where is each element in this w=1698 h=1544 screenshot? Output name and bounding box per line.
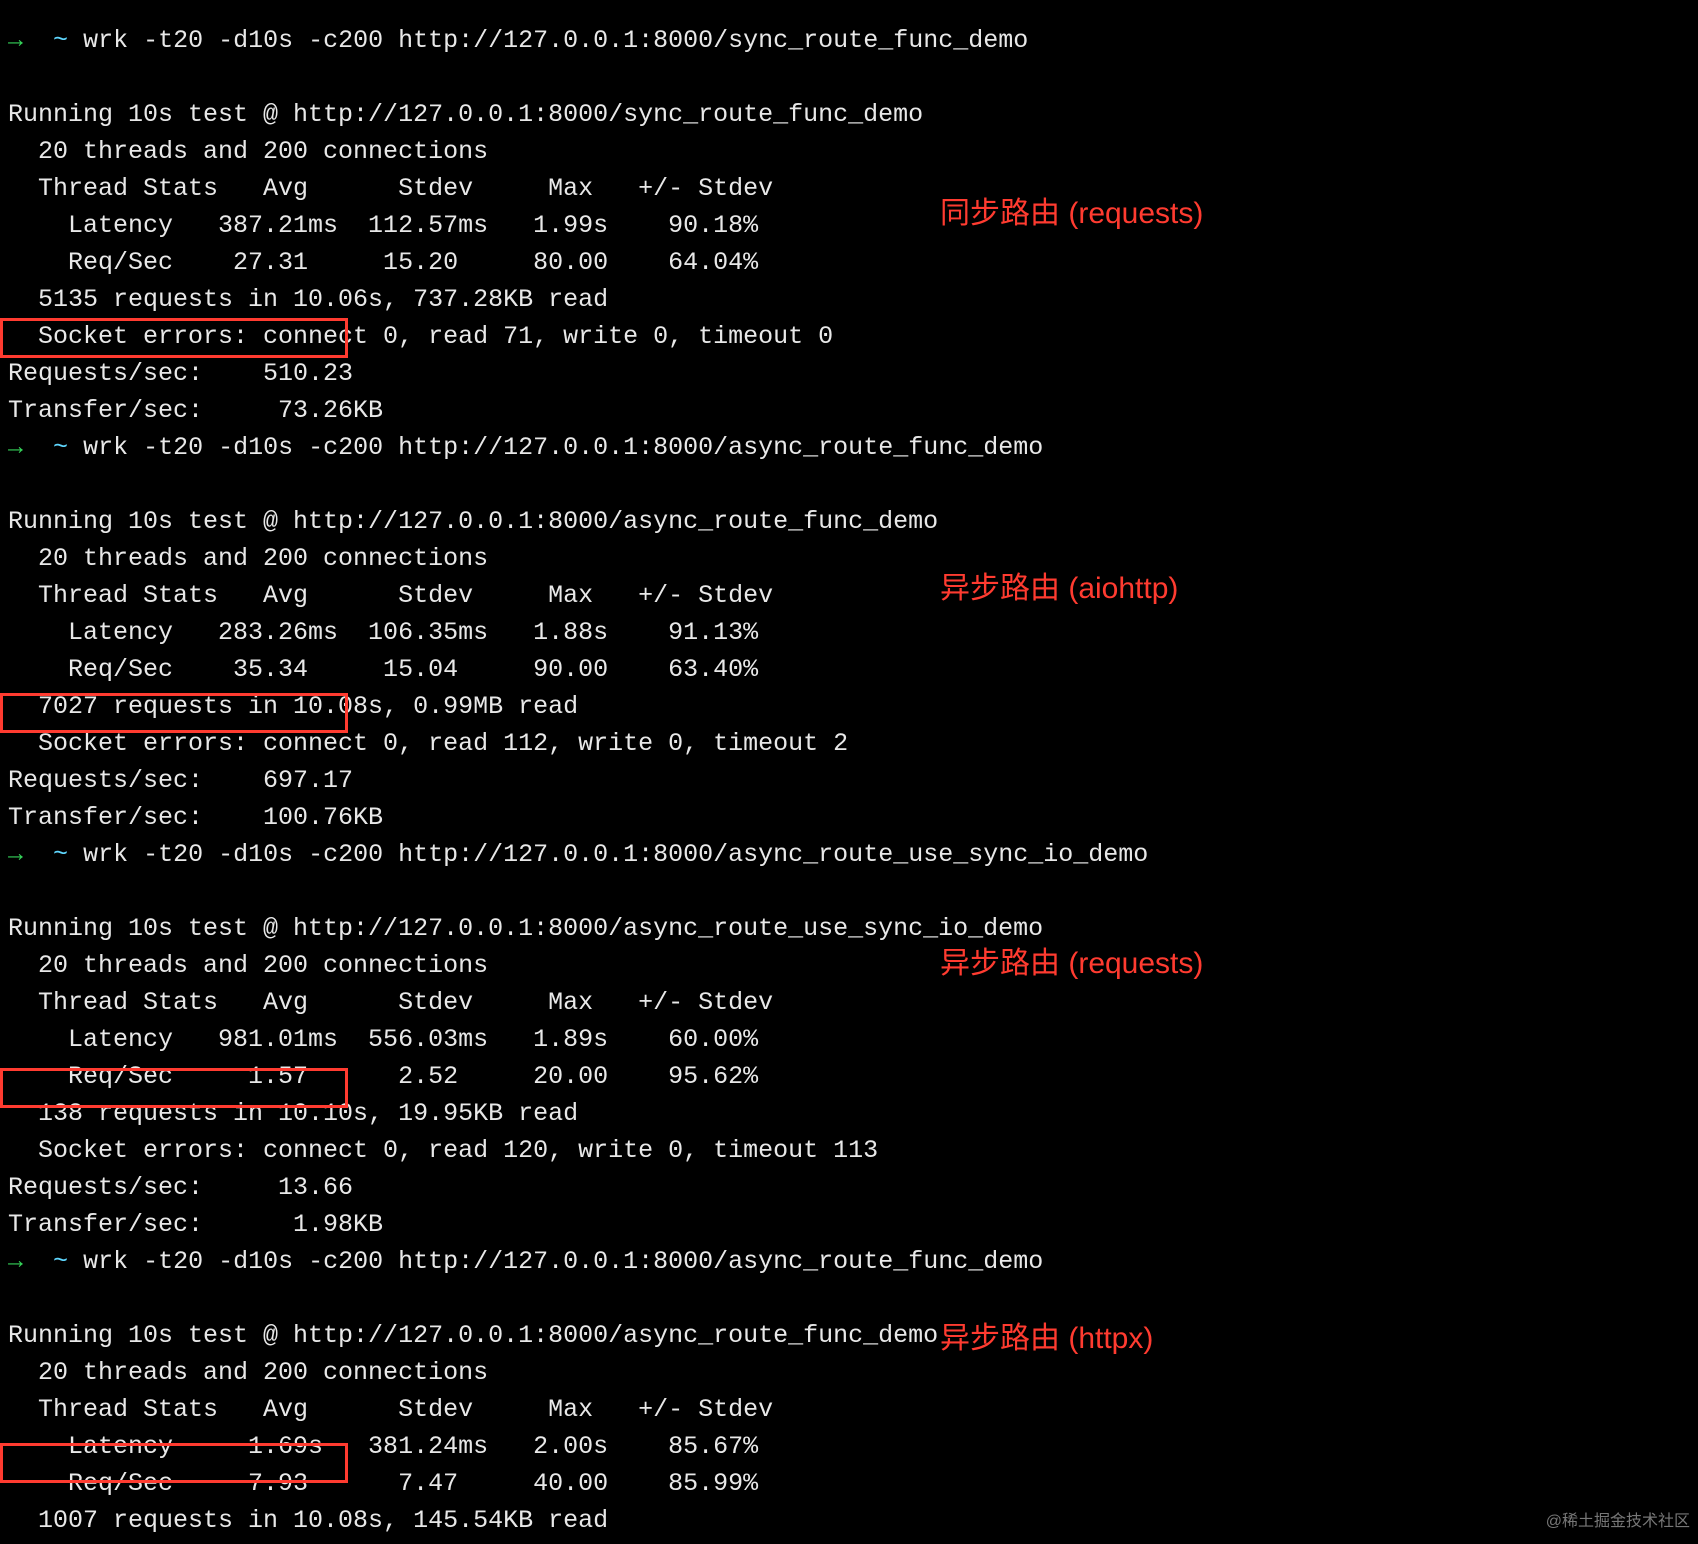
summary-line: 138 requests in 10.10s, 19.95KB read: [8, 1099, 578, 1128]
prompt-tilde: ~: [53, 26, 68, 55]
requests-per-sec: Requests/sec: 697.17: [8, 766, 353, 795]
threads-line: 20 threads and 200 connections: [8, 951, 488, 980]
summary-line: 5135 requests in 10.06s, 737.28KB read: [8, 285, 608, 314]
errors-line: Socket errors: connect 0, read 112, writ…: [8, 729, 848, 758]
requests-per-sec: Requests/sec: 510.23: [8, 359, 353, 388]
output-line: Req/Sec 27.31 15.20 80.00 64.04%: [8, 244, 1698, 281]
output-line: 5135 requests in 10.06s, 737.28KB read: [8, 281, 1698, 318]
output-line: Socket errors: connect 0, read 120, writ…: [8, 1132, 1698, 1169]
transfer-per-sec: Transfer/sec: 1.98KB: [8, 1210, 383, 1239]
blank-line: [8, 466, 1698, 503]
blank-line: [8, 873, 1698, 910]
output-line: 138 requests in 10.10s, 19.95KB read: [8, 1095, 1698, 1132]
reqsec-line: Req/Sec 1.57 2.52 20.00 95.62%: [8, 1062, 758, 1091]
running-line: Running 10s test @ http://127.0.0.1:8000…: [8, 914, 1043, 943]
command-text: wrk -t20 -d10s -c200 http://127.0.0.1:80…: [83, 1247, 1043, 1276]
summary-line: 1007 requests in 10.08s, 145.54KB read: [8, 1506, 608, 1535]
prompt-tilde: ~: [53, 840, 68, 869]
output-line: 20 threads and 200 connections: [8, 540, 1698, 577]
prompt-tilde: ~: [53, 1247, 68, 1276]
output-line: Socket errors: connect 0, read 72, write…: [8, 1539, 1698, 1544]
output-line: Thread Stats Avg Stdev Max +/- Stdev: [8, 1391, 1698, 1428]
prompt-tilde: ~: [53, 433, 68, 462]
prompt-line: → ~ wrk -t20 -d10s -c200 http://127.0.0.…: [8, 1243, 1698, 1280]
output-line: Running 10s test @ http://127.0.0.1:8000…: [8, 1317, 1698, 1354]
terminal-output: → ~ wrk -t20 -d10s -c200 http://127.0.0.…: [0, 0, 1698, 1544]
command-text: wrk -t20 -d10s -c200 http://127.0.0.1:80…: [83, 26, 1028, 55]
threads-line: 20 threads and 200 connections: [8, 137, 488, 166]
output-line: Thread Stats Avg Stdev Max +/- Stdev: [8, 984, 1698, 1021]
output-line: Requests/sec: 13.66: [8, 1169, 1698, 1206]
annotation-label: 异步路由 (requests): [940, 945, 1203, 982]
threads-line: 20 threads and 200 connections: [8, 544, 488, 573]
blank-line: [8, 59, 1698, 96]
latency-line: Latency 283.26ms 106.35ms 1.88s 91.13%: [8, 618, 758, 647]
running-line: Running 10s test @ http://127.0.0.1:8000…: [8, 100, 923, 129]
running-line: Running 10s test @ http://127.0.0.1:8000…: [8, 507, 938, 536]
prompt-line: → ~ wrk -t20 -d10s -c200 http://127.0.0.…: [8, 836, 1698, 873]
latency-line: Latency 1.69s 381.24ms 2.00s 85.67%: [8, 1432, 758, 1461]
prompt-line: → ~ wrk -t20 -d10s -c200 http://127.0.0.…: [8, 429, 1698, 466]
output-line: 20 threads and 200 connections: [8, 1354, 1698, 1391]
summary-line: 7027 requests in 10.08s, 0.99MB read: [8, 692, 578, 721]
stats-header: Thread Stats Avg Stdev Max +/- Stdev: [8, 581, 773, 610]
prompt-arrow-icon: →: [8, 26, 23, 55]
reqsec-line: Req/Sec 27.31 15.20 80.00 64.04%: [8, 248, 758, 277]
latency-line: Latency 387.21ms 112.57ms 1.99s 90.18%: [8, 211, 758, 240]
output-line: Socket errors: connect 0, read 112, writ…: [8, 725, 1698, 762]
latency-line: Latency 981.01ms 556.03ms 1.89s 60.00%: [8, 1025, 758, 1054]
output-line: Transfer/sec: 1.98KB: [8, 1206, 1698, 1243]
prompt-line: → ~ wrk -t20 -d10s -c200 http://127.0.0.…: [8, 22, 1698, 59]
prompt-arrow-icon: →: [8, 840, 23, 869]
transfer-per-sec: Transfer/sec: 73.26KB: [8, 396, 383, 425]
output-line: Req/Sec 1.57 2.52 20.00 95.62%: [8, 1058, 1698, 1095]
output-line: Transfer/sec: 100.76KB: [8, 799, 1698, 836]
errors-line: Socket errors: connect 0, read 120, writ…: [8, 1136, 878, 1165]
annotation-label: 异步路由 (aiohttp): [940, 570, 1178, 607]
output-line: Running 10s test @ http://127.0.0.1:8000…: [8, 910, 1698, 947]
output-line: Req/Sec 7.93 7.47 40.00 85.99%: [8, 1465, 1698, 1502]
output-line: Socket errors: connect 0, read 71, write…: [8, 318, 1698, 355]
threads-line: 20 threads and 200 connections: [8, 1358, 488, 1387]
stats-header: Thread Stats Avg Stdev Max +/- Stdev: [8, 1395, 773, 1424]
output-line: 1007 requests in 10.08s, 145.54KB read: [8, 1502, 1698, 1539]
annotation-label: 异步路由 (httpx): [940, 1320, 1153, 1357]
output-line: Transfer/sec: 73.26KB: [8, 392, 1698, 429]
output-line: 20 threads and 200 connections: [8, 133, 1698, 170]
prompt-arrow-icon: →: [8, 433, 23, 462]
blank-line: [8, 1280, 1698, 1317]
output-line: 20 threads and 200 connections: [8, 947, 1698, 984]
command-text: wrk -t20 -d10s -c200 http://127.0.0.1:80…: [83, 840, 1148, 869]
errors-line: Socket errors: connect 0, read 71, write…: [8, 322, 833, 351]
reqsec-line: Req/Sec 7.93 7.47 40.00 85.99%: [8, 1469, 758, 1498]
output-line: Latency 1.69s 381.24ms 2.00s 85.67%: [8, 1428, 1698, 1465]
running-line: Running 10s test @ http://127.0.0.1:8000…: [8, 1321, 938, 1350]
output-line: Latency 387.21ms 112.57ms 1.99s 90.18%: [8, 207, 1698, 244]
stats-header: Thread Stats Avg Stdev Max +/- Stdev: [8, 174, 773, 203]
reqsec-line: Req/Sec 35.34 15.04 90.00 63.40%: [8, 655, 758, 684]
output-line: Latency 981.01ms 556.03ms 1.89s 60.00%: [8, 1021, 1698, 1058]
output-line: Latency 283.26ms 106.35ms 1.88s 91.13%: [8, 614, 1698, 651]
watermark: @稀土掘金技术社区: [1546, 1503, 1690, 1540]
output-line: 7027 requests in 10.08s, 0.99MB read: [8, 688, 1698, 725]
annotation-label: 同步路由 (requests): [940, 195, 1203, 232]
output-line: Thread Stats Avg Stdev Max +/- Stdev: [8, 170, 1698, 207]
output-line: Running 10s test @ http://127.0.0.1:8000…: [8, 96, 1698, 133]
prompt-arrow-icon: →: [8, 1247, 23, 1276]
output-line: Running 10s test @ http://127.0.0.1:8000…: [8, 503, 1698, 540]
output-line: Requests/sec: 510.23: [8, 355, 1698, 392]
output-line: Thread Stats Avg Stdev Max +/- Stdev: [8, 577, 1698, 614]
output-line: Req/Sec 35.34 15.04 90.00 63.40%: [8, 651, 1698, 688]
transfer-per-sec: Transfer/sec: 100.76KB: [8, 803, 383, 832]
output-line: Requests/sec: 697.17: [8, 762, 1698, 799]
requests-per-sec: Requests/sec: 13.66: [8, 1173, 353, 1202]
stats-header: Thread Stats Avg Stdev Max +/- Stdev: [8, 988, 773, 1017]
command-text: wrk -t20 -d10s -c200 http://127.0.0.1:80…: [83, 433, 1043, 462]
